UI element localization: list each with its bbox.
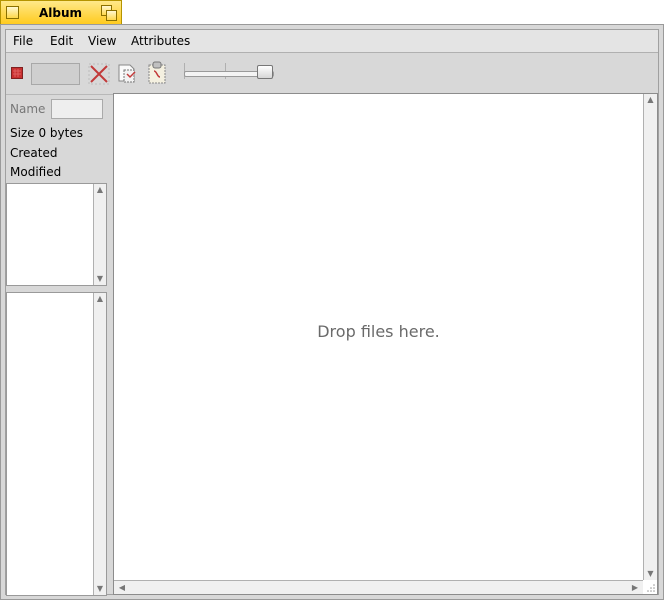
attribute-list[interactable]: ▲ ▼ <box>6 183 107 286</box>
menu-attributes[interactable]: Attributes <box>131 34 190 48</box>
window-title: Album <box>39 6 83 20</box>
paste-attributes-icon[interactable] <box>147 61 169 85</box>
drop-hint: Drop files here. <box>317 322 440 341</box>
scroll-down-icon[interactable]: ▼ <box>94 583 106 595</box>
zoom-slider-thumb[interactable] <box>257 65 273 79</box>
scroll-right-icon[interactable]: ▶ <box>629 581 641 594</box>
drop-area[interactable]: Drop files here. ▲ ▼ ◀ ▶ <box>113 93 658 595</box>
menu-file[interactable]: File <box>13 34 33 48</box>
delete-icon[interactable] <box>88 63 110 85</box>
name-field[interactable] <box>51 99 103 119</box>
stop-icon[interactable] <box>11 67 23 79</box>
toolbar <box>6 53 658 95</box>
zoom-icon[interactable] <box>101 5 119 21</box>
scroll-up-icon[interactable]: ▲ <box>94 184 106 196</box>
window-tab[interactable]: Album <box>0 0 122 24</box>
file-list-scrollbar[interactable]: ▲ ▼ <box>93 293 106 595</box>
scroll-down-icon[interactable]: ▼ <box>94 273 106 285</box>
resize-grip-icon[interactable] <box>644 581 656 593</box>
close-icon[interactable] <box>6 6 19 19</box>
name-label: Name <box>10 102 46 116</box>
copy-attributes-icon[interactable] <box>116 62 140 84</box>
attribute-list-scrollbar[interactable]: ▲ ▼ <box>93 184 106 285</box>
main-vertical-scrollbar[interactable]: ▲ ▼ <box>643 94 657 580</box>
file-info-panel: Name Size 0 bytes Created Modified <box>6 95 110 185</box>
menu-bar: File Edit View Attributes <box>6 30 658 53</box>
created-label: Created <box>10 146 58 160</box>
main-horizontal-scrollbar[interactable]: ◀ ▶ <box>114 580 643 594</box>
image-preview-box <box>31 63 80 85</box>
scroll-up-icon[interactable]: ▲ <box>644 94 657 106</box>
window-content: File Edit View Attributes Name Size 0 by… <box>5 29 659 596</box>
scroll-up-icon[interactable]: ▲ <box>94 293 106 305</box>
modified-label: Modified <box>10 165 62 179</box>
menu-view[interactable]: View <box>88 34 116 48</box>
size-label: Size 0 bytes <box>10 126 83 140</box>
scroll-left-icon[interactable]: ◀ <box>116 581 128 594</box>
window-frame: File Edit View Attributes Name Size 0 by… <box>0 24 664 600</box>
scroll-down-icon[interactable]: ▼ <box>644 568 657 580</box>
menu-edit[interactable]: Edit <box>50 34 73 48</box>
file-list[interactable]: ▲ ▼ <box>6 292 107 596</box>
